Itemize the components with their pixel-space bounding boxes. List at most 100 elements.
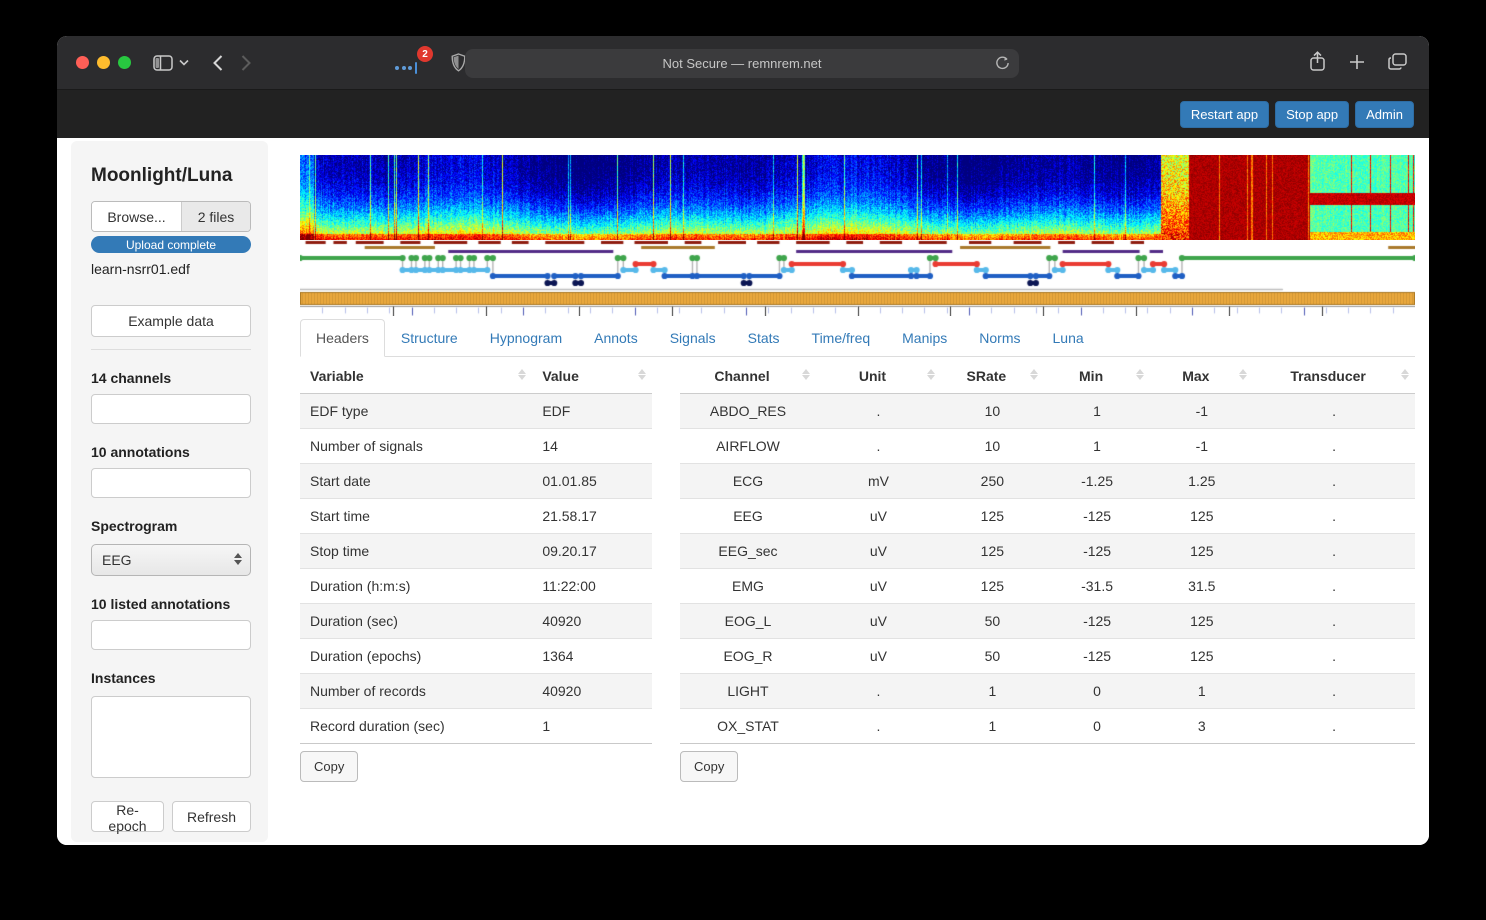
- table-cell: -125: [1043, 603, 1151, 639]
- zoom-window-button[interactable]: [118, 56, 131, 69]
- column-header-max[interactable]: Max: [1150, 359, 1254, 394]
- table-cell: EEG: [680, 498, 816, 534]
- column-header-unit[interactable]: Unit: [815, 359, 941, 394]
- table-row: EOG_L uV 50 -125 125.: [680, 603, 1415, 639]
- table-cell: 50: [940, 603, 1044, 639]
- tab-signals[interactable]: Signals: [654, 319, 732, 357]
- table-cell: 11:22:00: [532, 568, 652, 604]
- stop-app-button[interactable]: Stop app: [1275, 100, 1350, 128]
- table-cell: .: [1253, 603, 1415, 639]
- listed-annotations-label: 10 listed annotations: [91, 596, 231, 612]
- reepoch-button[interactable]: Re-epoch: [91, 801, 164, 834]
- reload-icon[interactable]: [995, 55, 1010, 71]
- table-cell: Duration (epochs): [300, 638, 533, 674]
- table-cell: Record duration (sec): [300, 708, 533, 744]
- tab-stats[interactable]: Stats: [732, 319, 796, 357]
- column-header-variable[interactable]: Variable: [300, 359, 533, 394]
- table-row: Start time 21.58.17: [300, 498, 652, 534]
- spectrogram-select[interactable]: EEG: [91, 544, 251, 576]
- close-window-button[interactable]: [76, 56, 89, 69]
- restart-app-button[interactable]: Restart app: [1179, 100, 1270, 128]
- table-cell: -125: [1043, 638, 1151, 674]
- column-header-srate[interactable]: SRate: [940, 359, 1044, 394]
- spectrogram-label: Spectrogram: [91, 518, 178, 534]
- channels-input[interactable]: [91, 394, 251, 424]
- share-icon[interactable]: [1309, 51, 1326, 72]
- table-cell: uV: [815, 533, 941, 569]
- instances-textarea[interactable]: [91, 696, 251, 778]
- table-row: ECG mV 250 -1.25 1.25.: [680, 463, 1415, 499]
- forward-button[interactable]: [241, 54, 251, 71]
- column-header-min[interactable]: Min: [1043, 359, 1151, 394]
- sort-icon: [1239, 369, 1248, 380]
- table-cell: mV: [815, 463, 941, 499]
- table-cell: 31.5: [1150, 568, 1254, 604]
- select-stepper-icon: [234, 553, 242, 565]
- sort-icon: [518, 369, 527, 380]
- privacy-shield-icon[interactable]: [451, 53, 466, 72]
- table-cell: .: [1253, 463, 1415, 499]
- copy-headers-button[interactable]: Copy: [300, 751, 359, 782]
- table-cell: 40920: [532, 673, 652, 709]
- admin-button[interactable]: Admin: [1355, 100, 1414, 128]
- tab-norms[interactable]: Norms: [963, 319, 1036, 357]
- example-data-button[interactable]: Example data: [91, 305, 251, 337]
- sort-icon: [1136, 369, 1145, 380]
- table-cell: 250: [940, 463, 1044, 499]
- table-row: Duration (h:m:s) 11:22:00: [300, 568, 652, 604]
- address-bar[interactable]: Not Secure — remnrem.net: [465, 49, 1019, 78]
- table-cell: 3: [1150, 708, 1254, 744]
- new-tab-icon[interactable]: [1349, 54, 1365, 70]
- table-cell: 125: [940, 498, 1044, 534]
- table-cell: 10: [940, 393, 1044, 429]
- tab-headers[interactable]: Headers: [300, 319, 385, 357]
- table-cell: .: [1253, 638, 1415, 674]
- table-cell: uV: [815, 603, 941, 639]
- sidebar: Moonlight/Luna Browse... 2 files Upload …: [71, 141, 268, 842]
- tab-overview-icon[interactable]: [1388, 53, 1407, 70]
- table-cell: .: [815, 673, 941, 709]
- table-cell: -1: [1150, 393, 1254, 429]
- back-button[interactable]: [213, 54, 223, 71]
- extensions-icon[interactable]: 2: [393, 46, 433, 78]
- minimize-window-button[interactable]: [97, 56, 110, 69]
- tab-structure[interactable]: Structure: [385, 319, 474, 357]
- sidebar-toggle-icon[interactable]: [153, 54, 173, 71]
- file-upload-input[interactable]: Browse... 2 files: [91, 201, 251, 232]
- table-cell: -1: [1150, 428, 1254, 464]
- table-cell: .: [1253, 498, 1415, 534]
- table-cell: EDF type: [300, 393, 533, 429]
- table-cell: 1: [1043, 393, 1151, 429]
- table-cell: 125: [1150, 638, 1254, 674]
- table-cell: -31.5: [1043, 568, 1151, 604]
- table-cell: .: [815, 393, 941, 429]
- tab-manips[interactable]: Manips: [886, 319, 963, 357]
- channels-table-panel: Channel Unit SRate Min Max Transducer ABDO_RES…: [680, 359, 1415, 782]
- sort-icon: [638, 369, 646, 380]
- tab-time-freq[interactable]: Time/freq: [796, 319, 887, 357]
- table-cell: .: [1253, 673, 1415, 709]
- refresh-button[interactable]: Refresh: [171, 801, 251, 832]
- tab-luna[interactable]: Luna: [1037, 319, 1100, 357]
- column-header-channel[interactable]: Channel: [680, 359, 816, 394]
- copy-channels-button[interactable]: Copy: [680, 751, 739, 782]
- column-header-transducer[interactable]: Transducer: [1253, 359, 1415, 394]
- chevron-down-icon[interactable]: [179, 59, 189, 66]
- table-row: EMG uV 125 -31.5 31.5.: [680, 568, 1415, 604]
- column-header-value[interactable]: Value: [532, 359, 652, 394]
- annotations-input[interactable]: [91, 468, 251, 498]
- tab-hypnogram[interactable]: Hypnogram: [474, 319, 578, 357]
- sort-icon: [1029, 369, 1038, 380]
- browser-toolbar: 2 Not Secure — remnrem.net: [57, 36, 1429, 90]
- sort-icon: [1401, 369, 1409, 380]
- app-title: Moonlight/Luna: [91, 165, 233, 186]
- browse-button[interactable]: Browse...: [92, 202, 182, 231]
- table-cell: 125: [1150, 603, 1254, 639]
- listed-annotations-input[interactable]: [91, 620, 251, 650]
- table-cell: uV: [815, 568, 941, 604]
- tab-annots[interactable]: Annots: [578, 319, 654, 357]
- table-cell: Duration (h:m:s): [300, 568, 533, 604]
- table-cell: 125: [940, 533, 1044, 569]
- sort-icon: [801, 369, 810, 380]
- app-navbar: Restart app Stop app Admin: [57, 90, 1429, 138]
